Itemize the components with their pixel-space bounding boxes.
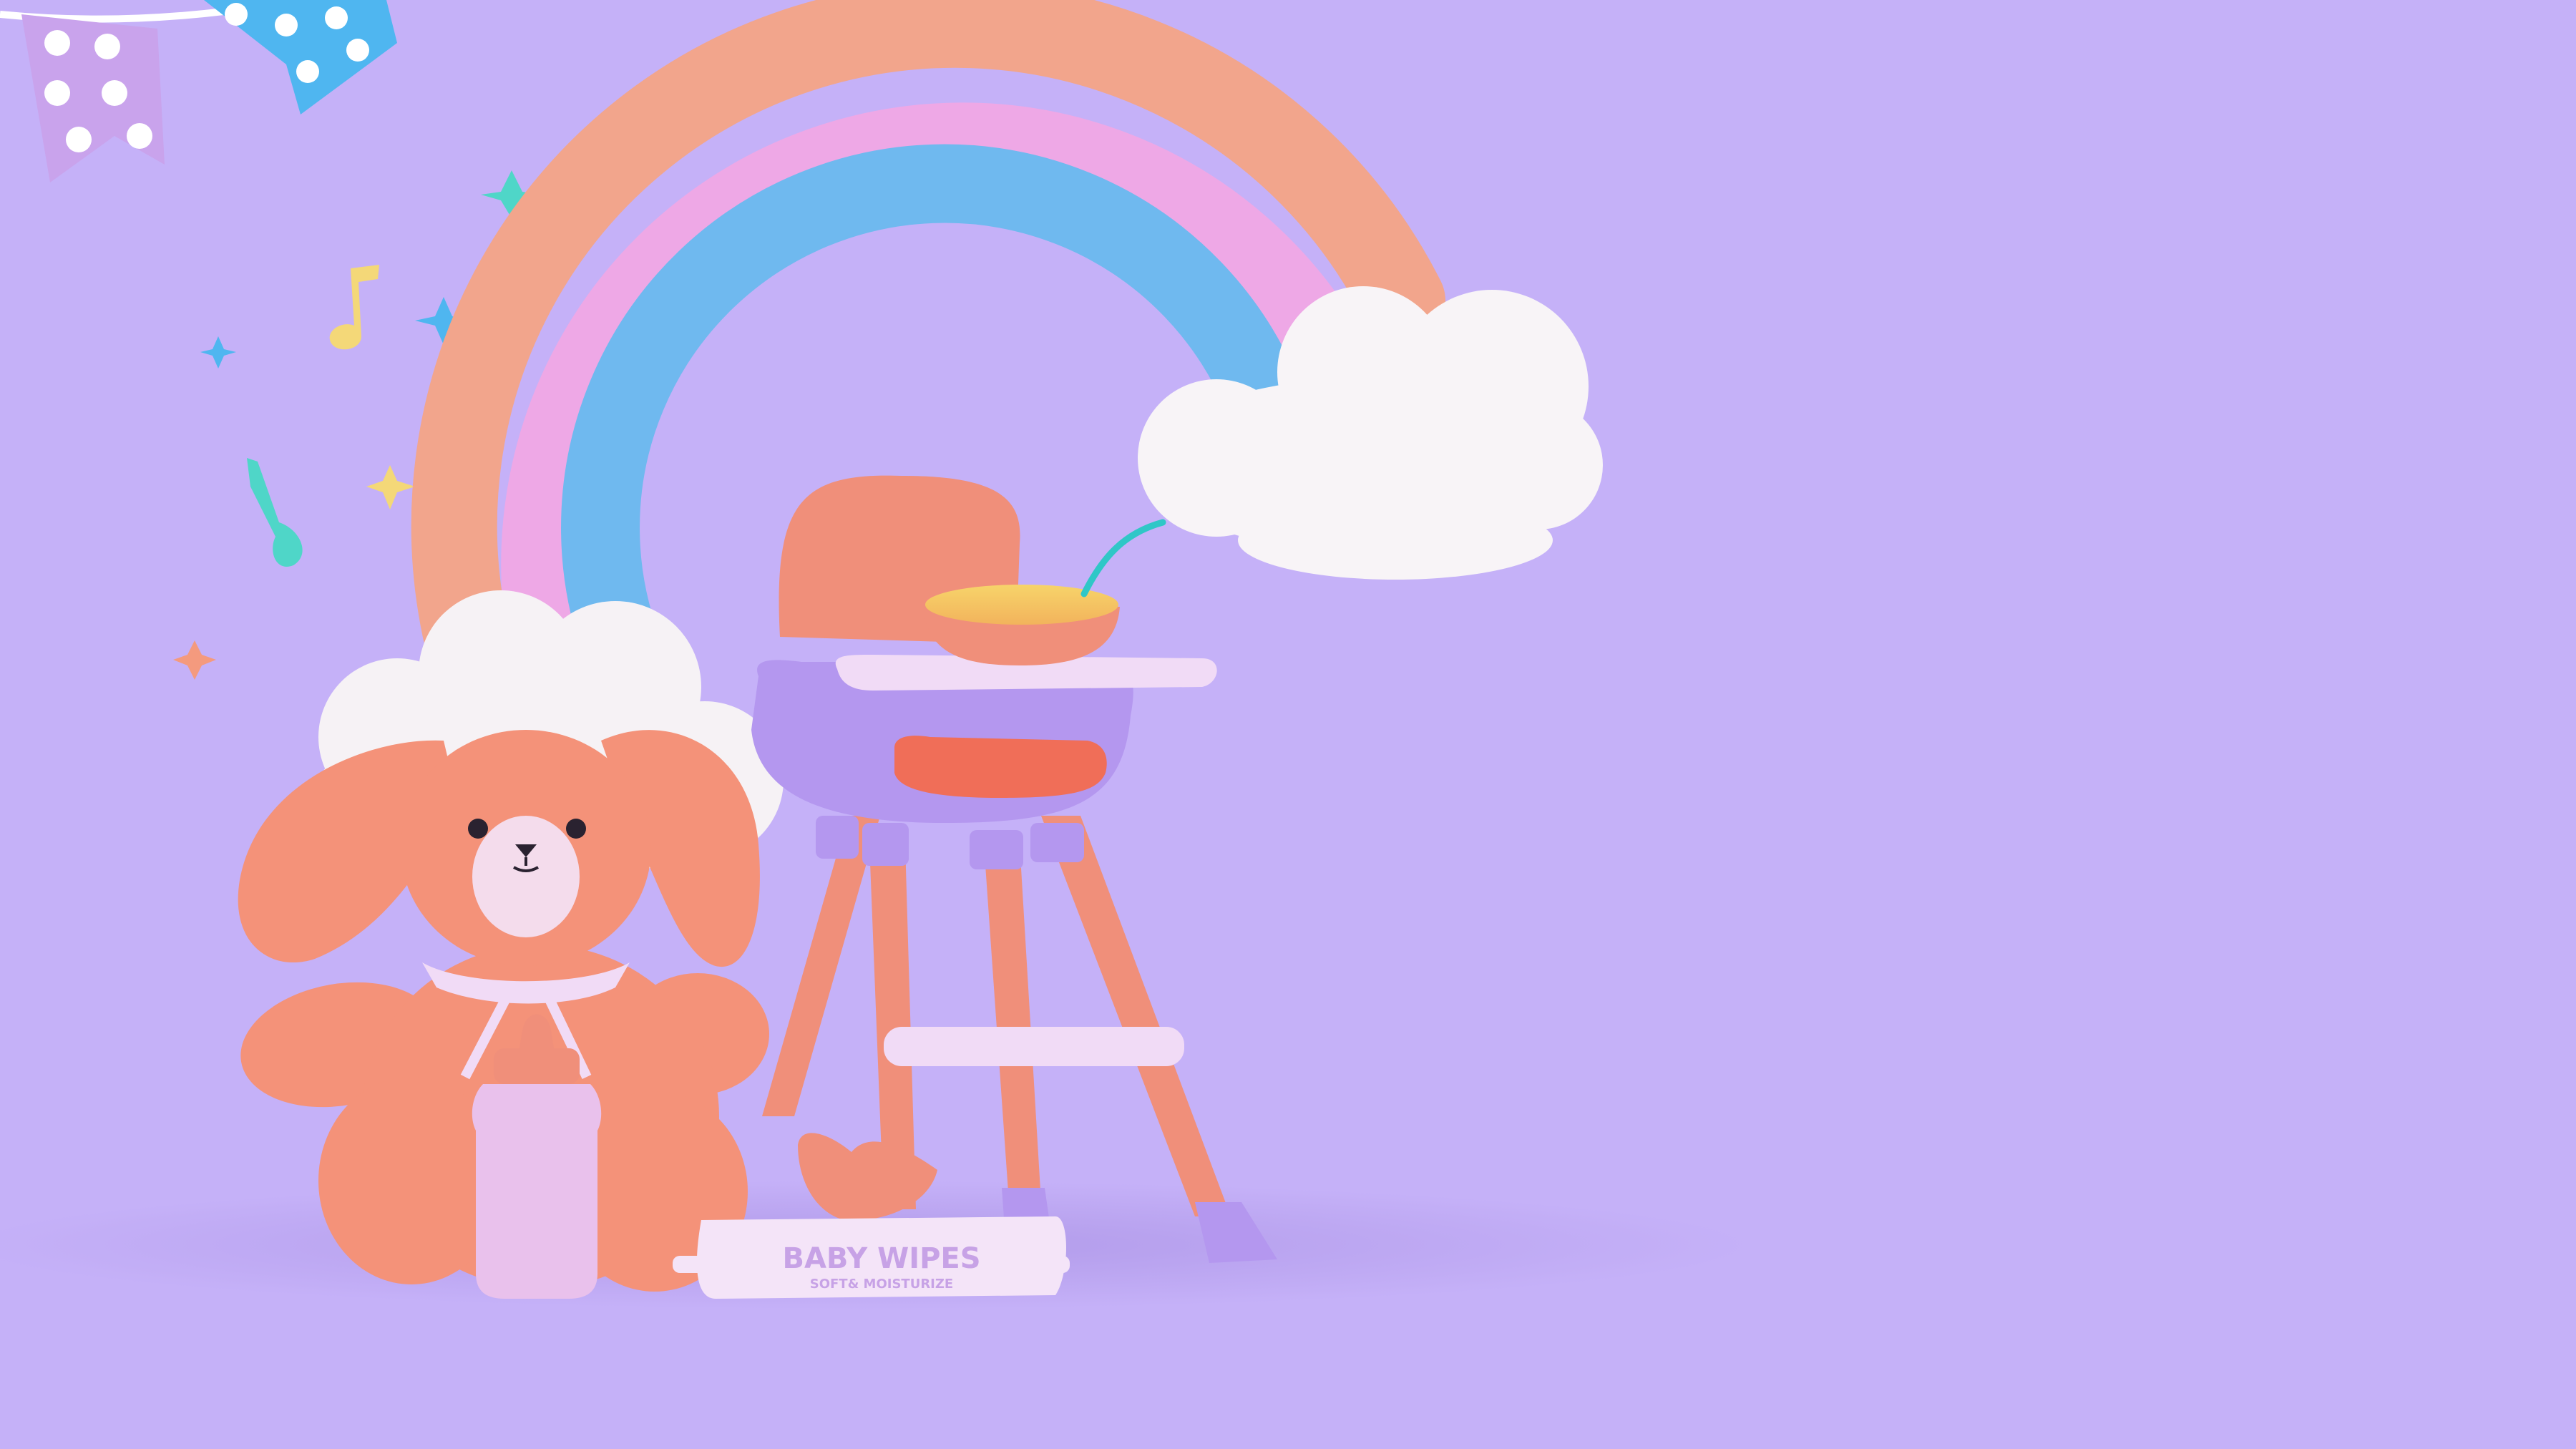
baby-scene-illustration: BABY WIPES SOFT& MOISTURIZE [0, 0, 1753, 1309]
wipes-title: BABY WIPES [782, 1242, 980, 1275]
music-note-icon [247, 265, 379, 567]
wipes-subtitle: SOFT& MOISTURIZE [810, 1277, 953, 1292]
bunting-flag-blue [204, 0, 397, 114]
bunting-flags [0, 0, 397, 182]
bunting-flag-purple [21, 14, 165, 182]
